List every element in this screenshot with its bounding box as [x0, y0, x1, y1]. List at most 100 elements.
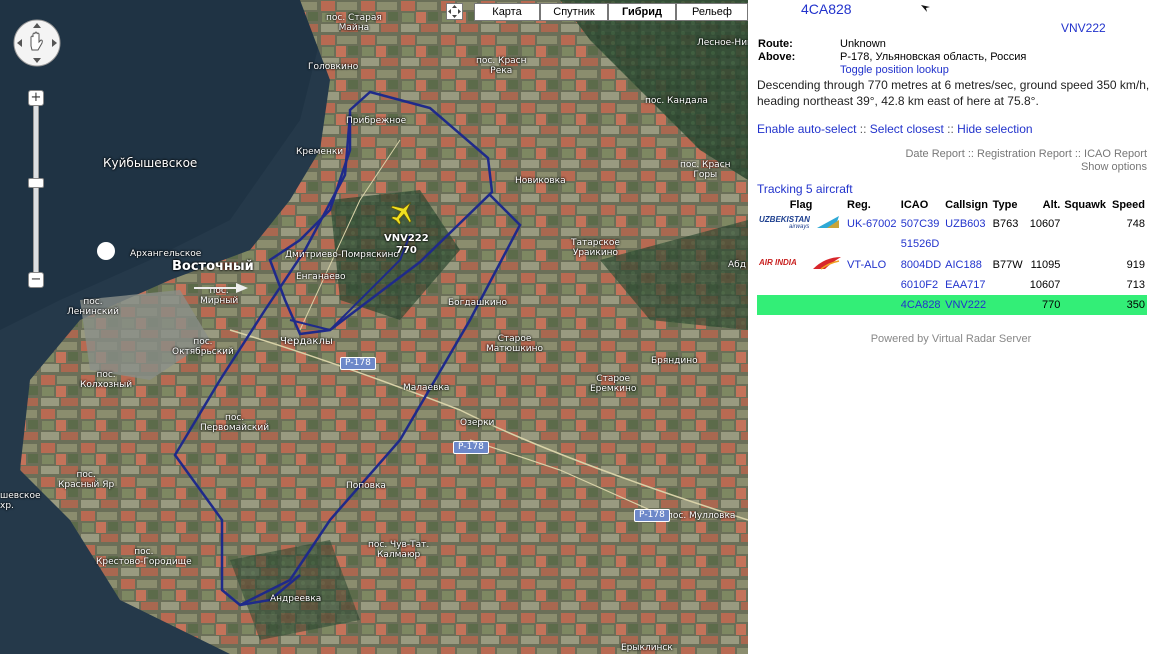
road-badge: Р-178 — [453, 441, 489, 454]
map-label: пос. Кандала — [645, 96, 708, 106]
speed-cell: 350 — [1108, 295, 1147, 315]
map-label: пос. Красн Горы — [680, 160, 731, 180]
registration-report-link[interactable]: Registration Report — [977, 148, 1072, 160]
separator: :: — [859, 122, 867, 136]
flag-cell — [757, 275, 845, 295]
column-header-icao[interactable]: ICAO — [899, 197, 943, 213]
map-type-control: Карта Спутник Гибрид Рельеф — [474, 3, 748, 21]
table-row[interactable]: 51526D — [757, 234, 1147, 254]
above-label: Above: — [758, 51, 796, 63]
zoom-out-button[interactable]: − — [28, 272, 44, 288]
above-value: Р-178, Ульяновская область, Россия — [840, 51, 1027, 63]
reg-cell[interactable]: UK-67002 — [845, 213, 899, 234]
aircraft-table: Flag Reg. ICAO Callsign Type Alt. Squawk… — [757, 197, 1147, 315]
callsign-cell[interactable]: VNV222 — [943, 295, 991, 315]
type-cell — [990, 295, 1027, 315]
map-label: Поповка — [346, 481, 386, 491]
icao-report-link[interactable]: ICAO Report — [1084, 148, 1147, 160]
speed-cell: 748 — [1126, 217, 1145, 230]
selected-registration[interactable]: 4CA828 — [801, 1, 852, 17]
aircraft-label-altitude: 770 — [395, 245, 417, 256]
map-label: пос. Крестово-Городище — [96, 547, 192, 567]
map-label: Татарское Ураикино — [571, 238, 620, 258]
flight-description: Descending through 770 metres at 6 metre… — [757, 78, 1150, 108]
hide-selection-link[interactable]: Hide selection — [957, 122, 1032, 136]
map-label: пос. Колхозный — [80, 370, 133, 390]
map-label: Бряндино — [651, 356, 698, 366]
reg-cell[interactable]: VT-ALO — [845, 254, 899, 275]
route-label: Route: — [758, 38, 793, 50]
pan-control[interactable] — [11, 18, 63, 68]
expand-icon — [448, 5, 461, 18]
reg-cell[interactable] — [845, 295, 899, 315]
map-label: Восточный — [172, 259, 254, 274]
map-label: Куйбышевское — [103, 156, 198, 170]
column-header-squawk[interactable]: Squawk — [1062, 197, 1108, 213]
heading-arrow-icon — [921, 5, 930, 12]
map-label: Ерыклинск — [621, 643, 673, 653]
flag-cell: AIR INDIA — [757, 254, 845, 275]
flag-cell — [757, 295, 845, 315]
selection-actions: Enable auto-select :: Select closest :: … — [757, 122, 1033, 136]
squawk-cell — [1062, 213, 1108, 234]
icao-cell[interactable]: 51526D — [899, 234, 943, 254]
show-options-link[interactable]: Show options — [905, 161, 1147, 174]
zoom-in-button[interactable]: + — [28, 90, 44, 106]
aircraft-detail-panel: 4CA828 VNV222 Route: Unknown Above: Р-17… — [748, 0, 1166, 654]
selected-callsign[interactable]: VNV222 — [1061, 21, 1106, 35]
report-links: Date Report :: Registration Report :: IC… — [905, 148, 1147, 174]
enable-auto-select-link[interactable]: Enable auto-select — [757, 122, 856, 136]
map-label: Абд — [728, 260, 746, 270]
zoom-slider-track[interactable] — [33, 104, 39, 284]
column-header-altitude[interactable]: Alt. — [1027, 197, 1062, 213]
column-header-type[interactable]: Type — [991, 197, 1027, 213]
fullscreen-button[interactable] — [446, 3, 463, 20]
map-label: Чердаклы — [280, 336, 333, 347]
map-label: Андреевка — [270, 594, 322, 604]
column-header-flag[interactable]: Flag — [757, 197, 845, 213]
speed-cell: 919 — [1126, 258, 1145, 271]
table-row[interactable]: AIR INDIA VT-ALO 8004DD AIC188 B77W 1109… — [757, 254, 1147, 275]
map-label: Архангельское — [130, 249, 202, 259]
reg-cell[interactable] — [845, 275, 899, 295]
icao-cell[interactable]: 6010F2 — [899, 275, 943, 295]
air-india-logo: AIR INDIA — [759, 255, 843, 271]
column-header-callsign[interactable]: Callsign — [943, 197, 991, 213]
callsign-cell[interactable]: EAA717 — [943, 275, 991, 295]
altitude-cell: 770 — [1026, 295, 1063, 315]
zoom-slider-handle[interactable] — [28, 178, 44, 188]
map-type-terrain-button[interactable]: Рельеф — [676, 3, 748, 21]
icao-cell[interactable]: 8004DD — [899, 254, 943, 275]
uzbekistan-airways-logo: UZBEKISTAN airways — [759, 214, 843, 230]
location-marker[interactable] — [97, 242, 115, 260]
reg-cell[interactable] — [845, 234, 899, 254]
map-type-satellite-button[interactable]: Спутник — [540, 3, 608, 21]
altitude-cell: 11095 — [1030, 258, 1061, 271]
map-type-map-button[interactable]: Карта — [474, 3, 540, 21]
date-report-link[interactable]: Date Report — [905, 148, 964, 160]
squawk-cell — [1062, 275, 1108, 295]
column-header-reg[interactable]: Reg. — [845, 197, 899, 213]
table-row[interactable]: UZBEKISTAN airways UK-67002 507C39 UZB60… — [757, 213, 1147, 234]
map-label: пос. Красный Яр — [58, 470, 115, 490]
table-row-selected[interactable]: 4CA828 VNV222 770 350 — [757, 295, 1147, 315]
select-closest-link[interactable]: Select closest — [870, 122, 944, 136]
callsign-cell[interactable]: AIC188 — [943, 254, 991, 275]
map-label: пос. Красн Река — [476, 56, 527, 76]
map-view[interactable]: пос. Старая Майна Головкино пос. Красн Р… — [0, 0, 748, 654]
table-row[interactable]: 6010F2 EAA717 10607 713 — [757, 275, 1147, 295]
callsign-cell[interactable]: UZB603 — [943, 213, 991, 234]
column-header-speed[interactable]: Speed — [1108, 197, 1147, 213]
map-label: Кременки — [296, 147, 344, 157]
map-label: пос. Мулловка — [667, 511, 736, 521]
icao-cell[interactable]: 507C39 — [899, 213, 943, 234]
callsign-cell[interactable] — [943, 234, 991, 254]
tracking-count: Tracking 5 aircraft — [757, 182, 853, 196]
map-label: Богдашкино — [448, 298, 508, 308]
icao-cell[interactable]: 4CA828 — [898, 295, 944, 315]
map-label: пос. Октябрьский — [172, 337, 234, 357]
airplane-icon[interactable] — [390, 199, 416, 225]
squawk-cell — [1062, 234, 1108, 254]
map-type-hybrid-button[interactable]: Гибрид — [608, 3, 676, 21]
toggle-position-lookup-link[interactable]: Toggle position lookup — [840, 64, 949, 76]
